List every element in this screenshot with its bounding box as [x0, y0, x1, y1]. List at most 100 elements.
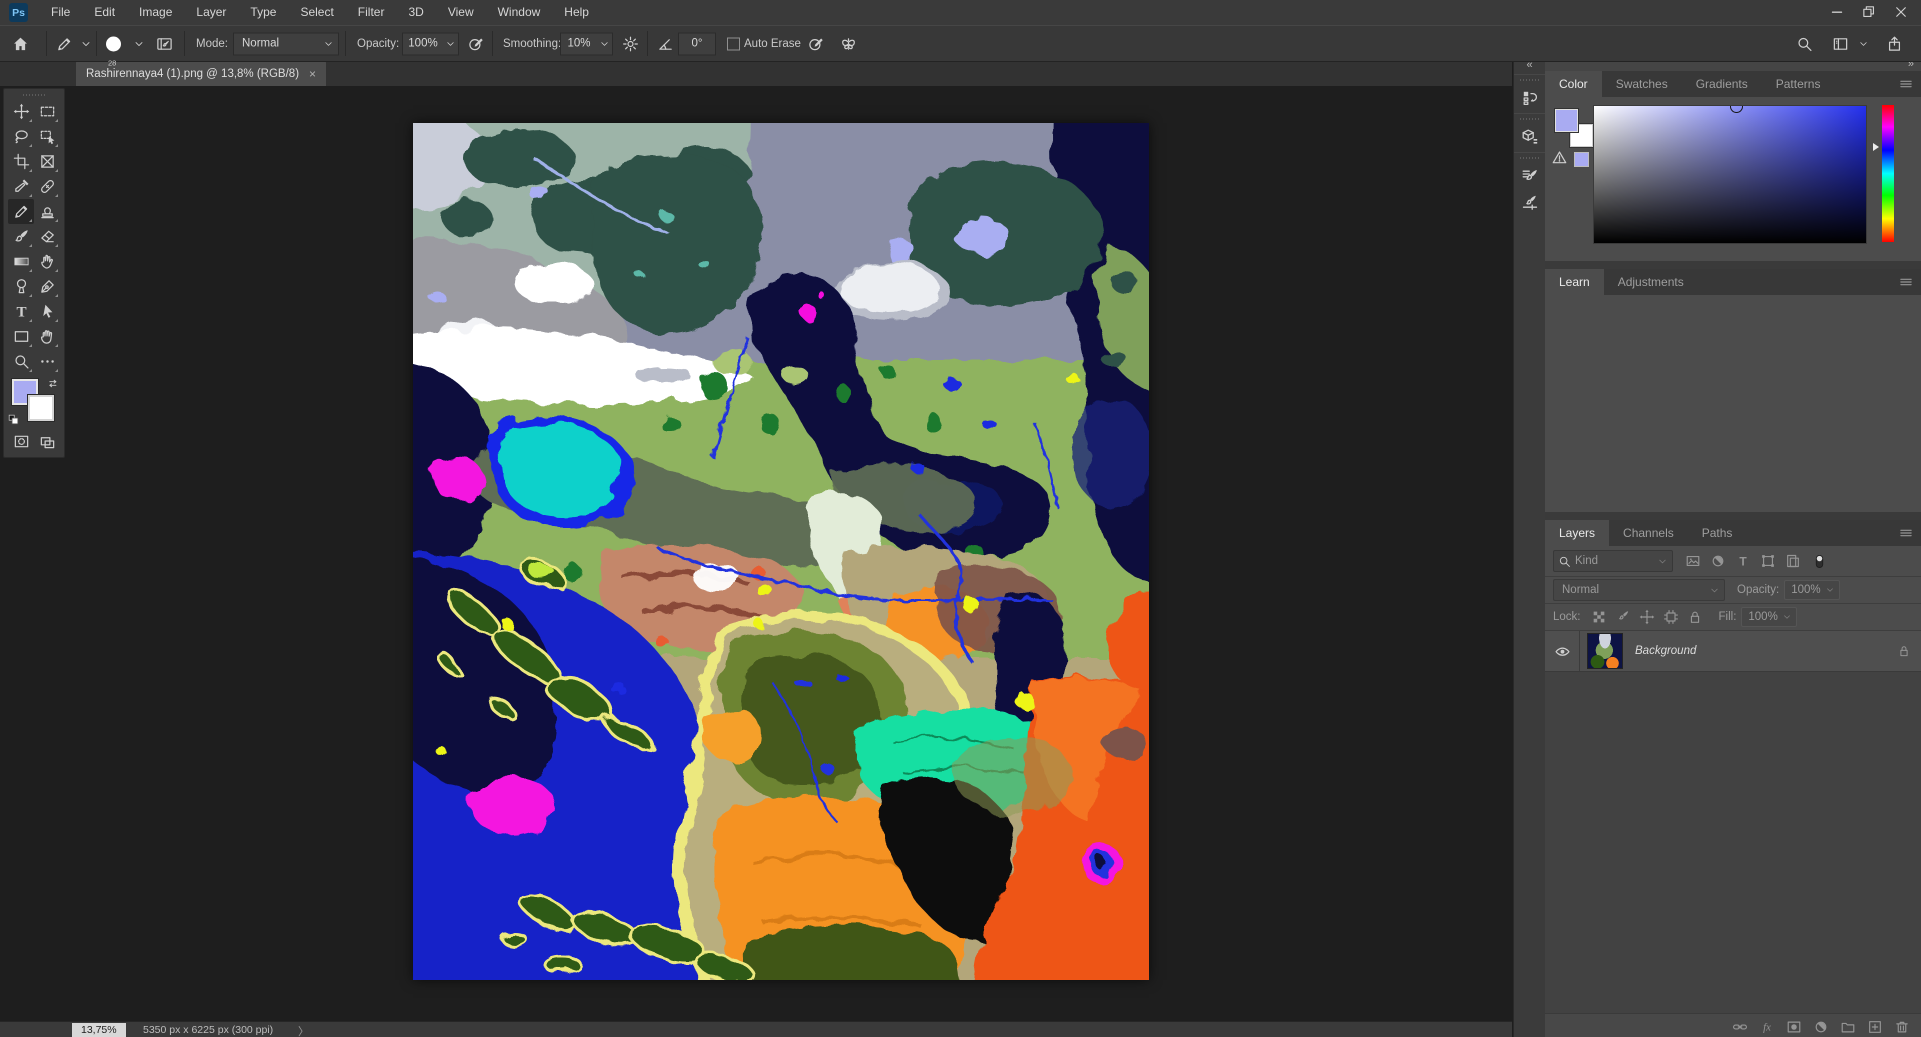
trash-button[interactable] [1891, 1017, 1913, 1037]
saturation-brightness-field[interactable] [1593, 105, 1867, 244]
learn-tab-adjustments[interactable]: Adjustments [1604, 269, 1698, 295]
dock-panel-libraries[interactable] [1514, 123, 1545, 150]
tool-healing-brush[interactable] [34, 174, 60, 199]
tool-smudge[interactable] [34, 249, 60, 274]
tool-eraser[interactable] [34, 224, 60, 249]
screen-mode-button[interactable] [34, 429, 60, 453]
layer-name[interactable]: Background [1635, 645, 1696, 657]
opacity-chevron[interactable] [443, 32, 459, 55]
filter-toggle-switch[interactable] [1811, 553, 1828, 570]
workspace-picker-chevron[interactable] [1858, 38, 1869, 49]
blend-mode-select[interactable]: Normal [233, 32, 339, 55]
color-tab-patterns[interactable]: Patterns [1762, 71, 1835, 97]
menu-filter[interactable]: Filter [346, 0, 397, 25]
app-logo[interactable]: Ps [9, 3, 28, 22]
tool-eyedropper[interactable] [8, 174, 34, 199]
status-chevron[interactable]: 〉 [298, 1023, 309, 1037]
kind-type-icon[interactable]: T [1735, 553, 1751, 569]
tool-pen[interactable] [34, 274, 60, 299]
new-layer-button[interactable] [1864, 1017, 1886, 1037]
menu-3d[interactable]: 3D [396, 0, 435, 25]
pressure-size-button[interactable] [808, 35, 825, 52]
color-tab-color[interactable]: Color [1545, 71, 1602, 97]
lock-position-icon[interactable] [1639, 609, 1655, 625]
color-tab-gradients[interactable]: Gradients [1682, 71, 1762, 97]
layer-row[interactable]: Background [1545, 631, 1921, 672]
close-button[interactable] [1885, 0, 1917, 24]
tool-move[interactable] [8, 99, 34, 124]
smoothing-field[interactable]: 10% [560, 32, 598, 55]
color-cursor[interactable] [1730, 105, 1743, 113]
tool-edit-toolbar[interactable] [34, 349, 60, 374]
symmetry-button[interactable] [840, 35, 857, 52]
dock-gripper[interactable] [1520, 155, 1540, 161]
hue-slider-arrow[interactable] [1873, 143, 1879, 151]
auto-erase-checkbox[interactable] [727, 37, 740, 50]
fx-button[interactable]: fx [1756, 1017, 1778, 1037]
tool-hand[interactable] [34, 324, 60, 349]
tool-path-selection[interactable] [34, 299, 60, 324]
menu-window[interactable]: Window [486, 0, 553, 25]
tool-frame[interactable] [34, 149, 60, 174]
tool-zoom[interactable] [8, 349, 34, 374]
layer-filter-select[interactable]: Kind [1553, 550, 1673, 572]
color-tab-swatches[interactable]: Swatches [1602, 71, 1682, 97]
tool-gradient[interactable] [8, 249, 34, 274]
zoom-level-field[interactable]: 13,75% [72, 1023, 126, 1037]
tool-pencil[interactable] [8, 199, 34, 224]
menu-view[interactable]: View [436, 0, 486, 25]
layers-tab-layers[interactable]: Layers [1545, 520, 1609, 546]
tab-close-button[interactable]: × [309, 67, 316, 81]
minimize-button[interactable] [1821, 0, 1853, 24]
opacity-field[interactable]: 100% [402, 32, 444, 55]
tool-clone-stamp[interactable] [34, 199, 60, 224]
layer-visibility-toggle[interactable] [1545, 631, 1580, 671]
dock-panel-brushes[interactable] [1514, 189, 1545, 216]
tool-preset-button[interactable] [56, 35, 73, 52]
kind-shape-icon[interactable] [1760, 553, 1776, 569]
share-button[interactable] [1886, 35, 1903, 52]
tool-history-brush[interactable] [8, 224, 34, 249]
folder-button[interactable] [1837, 1017, 1859, 1037]
tool-rectangle[interactable] [8, 324, 34, 349]
home-button[interactable] [12, 35, 29, 52]
layers-tab-channels[interactable]: Channels [1609, 520, 1688, 546]
menu-image[interactable]: Image [127, 0, 184, 25]
toggle-brush-panel-button[interactable] [156, 35, 173, 52]
layers-tab-paths[interactable]: Paths [1688, 520, 1747, 546]
smoothing-options-button[interactable] [622, 35, 639, 52]
panel-menu-icon[interactable] [1898, 274, 1914, 290]
brush-preset-picker[interactable]: 28 [106, 36, 121, 51]
lock-all-icon[interactable] [1687, 609, 1703, 625]
default-colors-icon[interactable] [7, 413, 20, 426]
hue-slider[interactable] [1882, 105, 1894, 242]
quick-mask-button[interactable] [8, 429, 34, 453]
brush-picker-chevron[interactable] [133, 38, 145, 50]
menu-select[interactable]: Select [288, 0, 345, 25]
blend-mode-select[interactable]: Normal [1553, 579, 1725, 601]
tool-preset-chevron[interactable] [80, 38, 92, 50]
link-button[interactable] [1729, 1017, 1751, 1037]
dock-panel-history[interactable] [1514, 84, 1545, 111]
tool-dodge[interactable] [8, 274, 34, 299]
menu-type[interactable]: Type [238, 0, 288, 25]
kind-smart-object-icon[interactable] [1785, 553, 1801, 569]
menu-help[interactable]: Help [552, 0, 601, 25]
workspace-picker-button[interactable] [1832, 35, 1849, 52]
tool-crop[interactable] [8, 149, 34, 174]
lock-transparency-icon[interactable] [1591, 609, 1607, 625]
mask-button[interactable] [1783, 1017, 1805, 1037]
brush-angle-field[interactable]: 0° [678, 32, 716, 55]
tool-object-selection[interactable] [34, 124, 60, 149]
tool-type[interactable]: T [8, 299, 34, 324]
adjustment-button[interactable] [1810, 1017, 1832, 1037]
lock-pixels-icon[interactable] [1615, 609, 1631, 625]
restore-button[interactable] [1853, 0, 1885, 24]
swap-colors-icon[interactable] [48, 377, 61, 390]
layer-thumbnail[interactable] [1587, 633, 1623, 669]
menu-edit[interactable]: Edit [82, 0, 127, 25]
document-canvas[interactable] [413, 123, 1149, 980]
kind-adjustment-icon[interactable] [1710, 553, 1726, 569]
panel-menu-icon[interactable] [1898, 76, 1914, 92]
toolbar-gripper[interactable] [23, 91, 45, 98]
